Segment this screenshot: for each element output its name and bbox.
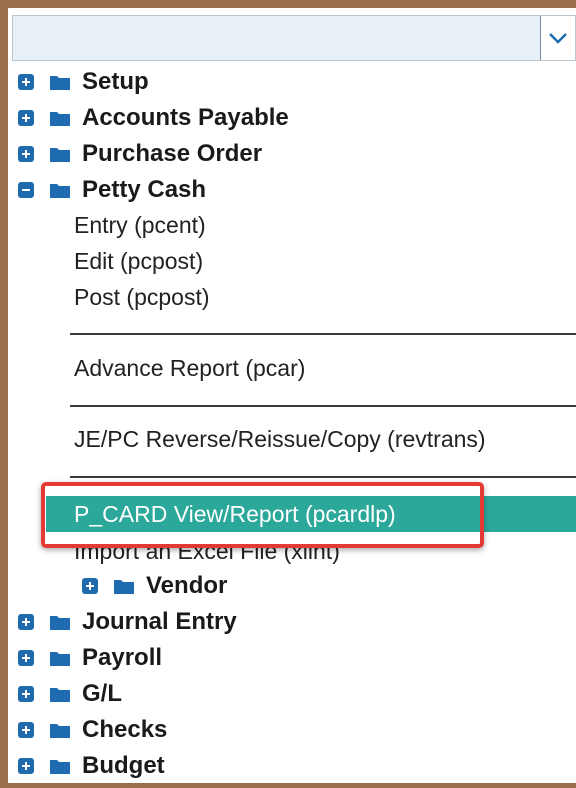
folder-icon (50, 724, 70, 738)
folder-icon (50, 112, 70, 126)
tree-item-label: G/L (82, 680, 122, 707)
menu-item-advance-report[interactable]: Advance Report (pcar) (74, 351, 305, 385)
expand-icon[interactable] (18, 146, 34, 162)
tree-item-vendor[interactable]: Vendor (8, 568, 576, 604)
dropdown-toggle[interactable] (540, 16, 575, 60)
menu-panel: Setup Accounts Payable Purchase Order Pe… (8, 8, 576, 783)
tree-item-checks[interactable]: Checks (8, 712, 576, 748)
separator (70, 405, 576, 407)
folder-icon (114, 580, 134, 594)
folder-icon (50, 76, 70, 90)
tree-item-label: Accounts Payable (82, 104, 289, 131)
expand-icon[interactable] (82, 578, 98, 594)
expand-icon[interactable] (18, 722, 34, 738)
menu-item-entry[interactable]: Entry (pcent) (74, 208, 206, 242)
tree-item-label: Vendor (146, 572, 228, 599)
folder-icon (50, 652, 70, 666)
menu-item-post[interactable]: Post (pcpost) (74, 280, 210, 314)
folder-icon (50, 688, 70, 702)
tree-item-label: Budget (82, 752, 165, 779)
tree-item-gl[interactable]: G/L (8, 676, 576, 712)
tree-item-journal-entry[interactable]: Journal Entry (8, 604, 576, 640)
folder-icon (50, 760, 70, 774)
separator (70, 333, 576, 335)
expand-icon[interactable] (18, 74, 34, 90)
expand-icon[interactable] (18, 614, 34, 630)
folder-icon (50, 148, 70, 162)
module-dropdown[interactable] (12, 15, 576, 61)
tree-item-budget[interactable]: Budget (8, 748, 576, 783)
tree-item-label: Purchase Order (82, 140, 263, 167)
tree-item-label: Checks (82, 716, 168, 743)
tree-item-purchase-order[interactable]: Purchase Order (8, 136, 576, 172)
folder-icon (50, 184, 70, 198)
expand-icon[interactable] (18, 758, 34, 774)
folder-icon (50, 616, 70, 630)
chevron-down-icon (549, 33, 567, 44)
tree-item-label: Journal Entry (82, 608, 237, 635)
expand-icon[interactable] (18, 650, 34, 666)
tree-item-label: Payroll (82, 644, 163, 671)
separator (70, 476, 576, 478)
menu-item-je-pc-reverse[interactable]: JE/PC Reverse/Reissue/Copy (revtrans) (74, 422, 486, 456)
tree-item-label: Setup (82, 68, 149, 95)
tree-item-accounts-payable[interactable]: Accounts Payable (8, 100, 576, 136)
annotation-highlight-box (41, 482, 484, 548)
menu-item-edit[interactable]: Edit (pcpost) (74, 244, 203, 278)
tree-item-payroll[interactable]: Payroll (8, 640, 576, 676)
collapse-icon[interactable] (18, 182, 34, 198)
expand-icon[interactable] (18, 110, 34, 126)
expand-icon[interactable] (18, 686, 34, 702)
tree-item-petty-cash[interactable]: Petty Cash (8, 172, 576, 208)
tree-item-label: Petty Cash (82, 176, 207, 203)
tree-item-setup[interactable]: Setup (8, 64, 576, 100)
